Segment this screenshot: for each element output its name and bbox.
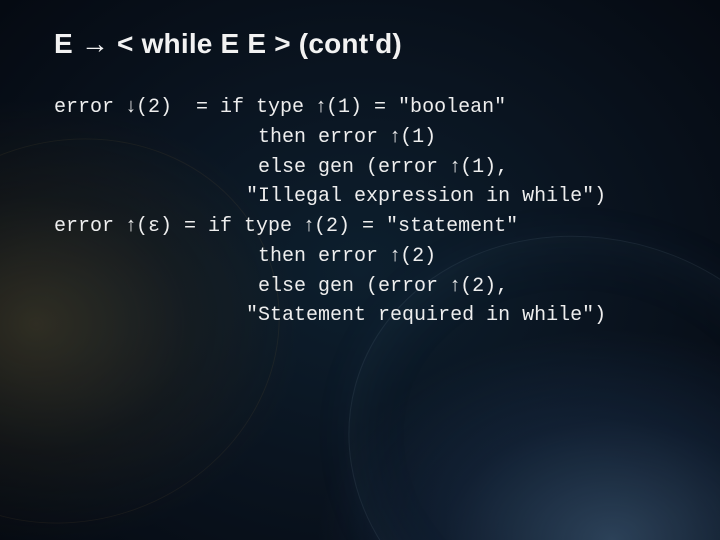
down-arrow-icon: ↓ (126, 95, 136, 117)
up-arrow-icon: ↑ (450, 155, 460, 177)
up-arrow-icon: ↑ (304, 214, 314, 236)
code-line-6: then error ↑(2) (54, 245, 436, 268)
code-line-7: else gen (error ↑(2), (54, 275, 508, 298)
up-arrow-icon: ↑ (316, 95, 326, 117)
code-block: error ↓(2) = if type ↑(1) = "boolean" th… (54, 92, 670, 330)
up-arrow-icon: ↑ (390, 125, 400, 147)
up-arrow-icon: ↑ (126, 214, 136, 236)
slide: E → < while E E > (cont'd) error ↓(2) = … (0, 0, 720, 540)
slide-title: E → < while E E > (cont'd) (54, 28, 670, 60)
code-line-2: then error ↑(1) (54, 126, 436, 149)
code-line-8: "Statement required in while") (54, 304, 606, 327)
code-line-5: error ↑(ε) = if type ↑(2) = "statement" (54, 215, 518, 238)
code-line-3: else gen (error ↑(1), (54, 156, 508, 179)
up-arrow-icon: ↑ (450, 274, 460, 296)
code-line-1: error ↓(2) = if type ↑(1) = "boolean" (54, 96, 506, 119)
code-line-4: "Illegal expression in while") (54, 185, 606, 208)
up-arrow-icon: ↑ (390, 244, 400, 266)
